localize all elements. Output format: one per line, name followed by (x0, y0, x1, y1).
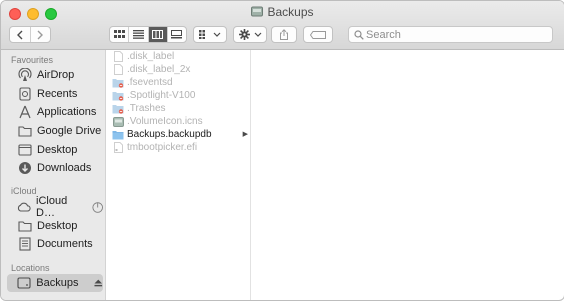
gear-icon (238, 29, 250, 40)
columns-icon (152, 30, 164, 39)
airdrop-icon (17, 68, 32, 82)
list-view-button[interactable] (128, 27, 147, 42)
share-icon (280, 29, 288, 40)
sidebar-section-icloud: iCloud (11, 186, 37, 196)
document-icon (112, 64, 124, 75)
file-row[interactable]: .VolumeIcon.icns (108, 115, 248, 128)
search-field[interactable]: Search (348, 26, 553, 43)
sidebar-item-label: Recents (37, 88, 78, 100)
documents-icon (17, 237, 32, 251)
title-bar: Backups Search (1, 1, 564, 50)
share-button[interactable] (271, 26, 297, 43)
eject-icon[interactable] (94, 279, 103, 287)
sidebar-item-icloud-drive[interactable]: iCloud D… (7, 195, 103, 219)
file-name: .fseventsd (127, 77, 173, 88)
gallery-icon (171, 30, 183, 39)
grid-icon (199, 30, 205, 39)
sidebar-section-locations: Locations (11, 263, 50, 273)
applications-icon (17, 105, 32, 119)
file-name: tmbootpicker.efi (127, 142, 198, 153)
browser-column-1: .disk_label .disk_label_2x .fseventsd .S… (106, 50, 251, 300)
search-icon (354, 30, 364, 40)
chevron-down-icon (213, 32, 221, 37)
sidebar-item-label: iCloud D… (36, 195, 68, 219)
sidebar-item-recents[interactable]: Recents (7, 85, 103, 103)
sidebar-item-documents[interactable]: Documents (7, 235, 103, 253)
search-placeholder: Search (366, 29, 401, 41)
sidebar-item-label: Applications (37, 106, 97, 118)
sidebar-item-label: Documents (37, 238, 93, 250)
file-name: Backups.backupdb (127, 129, 212, 140)
restricted-folder-icon (112, 103, 124, 114)
back-button[interactable] (10, 27, 30, 42)
sidebar-item-label: Downloads (37, 162, 92, 174)
disk-icon (251, 6, 264, 17)
sidebar-item-desktop[interactable]: Desktop (7, 141, 103, 159)
file-name: .Trashes (127, 103, 166, 114)
sidebar-section-favourites: Favourites (11, 55, 54, 65)
window-title-text: Backups (267, 5, 314, 19)
sidebar-item-label: Desktop (37, 144, 78, 156)
file-row[interactable]: .Spotlight-V100 (108, 89, 248, 102)
document-icon (112, 51, 124, 62)
restricted-folder-icon (112, 77, 124, 88)
disk-image-icon (112, 116, 124, 127)
gallery-view-button[interactable] (166, 27, 186, 42)
downloads-icon (17, 161, 32, 175)
restricted-folder-icon (112, 90, 124, 101)
folder-icon (112, 129, 124, 140)
file-name: .Spotlight-V100 (127, 90, 196, 101)
file-name: .disk_label_2x (127, 64, 191, 75)
sidebar: Favourites AirDrop Recents Applications (1, 50, 106, 300)
sidebar-item-airdrop[interactable]: AirDrop (7, 66, 103, 84)
sidebar-item-applications[interactable]: Applications (7, 103, 103, 121)
sidebar-item-label: Google Drive (37, 125, 102, 137)
grid-icon (113, 30, 125, 38)
file-name: .VolumeIcon.icns (127, 116, 203, 127)
document-icon (112, 142, 124, 153)
file-row[interactable]: .Trashes (108, 102, 248, 115)
chevron-left-icon (16, 30, 23, 39)
sidebar-item-downloads[interactable]: Downloads (7, 159, 103, 177)
folder-icon (17, 124, 32, 138)
sidebar-item-icloud-desktop[interactable]: Desktop (7, 217, 103, 235)
forward-button[interactable] (29, 27, 51, 42)
sync-progress-icon (92, 201, 103, 213)
file-row[interactable]: tmbootpicker.efi (108, 141, 248, 154)
view-mode-control (109, 26, 187, 43)
file-row[interactable]: .disk_label (108, 50, 248, 63)
group-by-button[interactable] (193, 26, 227, 43)
sidebar-item-label: Desktop (37, 220, 78, 232)
finder-window: Backups Search Favourites AirDrop Recent… (0, 0, 564, 301)
navigation-buttons (9, 26, 51, 43)
chevron-right-icon (37, 30, 44, 39)
folder-icon (17, 219, 32, 233)
sidebar-item-backups[interactable]: Backups (7, 274, 103, 292)
tag-icon (310, 30, 326, 39)
column-view-button[interactable] (147, 27, 167, 42)
recents-icon (17, 87, 32, 101)
sidebar-item-label: AirDrop (37, 69, 75, 81)
file-row[interactable]: .disk_label_2x (108, 63, 248, 76)
file-row[interactable]: Backups.backupdb ▶ (108, 128, 248, 141)
sidebar-item-label: Backups (36, 277, 79, 289)
cloud-icon (17, 200, 31, 214)
list-icon (132, 30, 144, 39)
desktop-icon (17, 143, 32, 157)
sidebar-item-google-drive[interactable]: Google Drive (7, 122, 103, 140)
window-title: Backups (1, 5, 564, 19)
tags-button[interactable] (303, 26, 333, 43)
browser-column-2 (251, 50, 564, 300)
file-row[interactable]: .fseventsd (108, 76, 248, 89)
icon-view-button[interactable] (110, 27, 128, 42)
file-name: .disk_label (127, 51, 175, 62)
disclosure-arrow-icon: ▶ (242, 131, 248, 138)
disk-icon (17, 276, 31, 290)
action-menu-button[interactable] (233, 26, 267, 43)
chevron-down-icon (254, 32, 261, 37)
